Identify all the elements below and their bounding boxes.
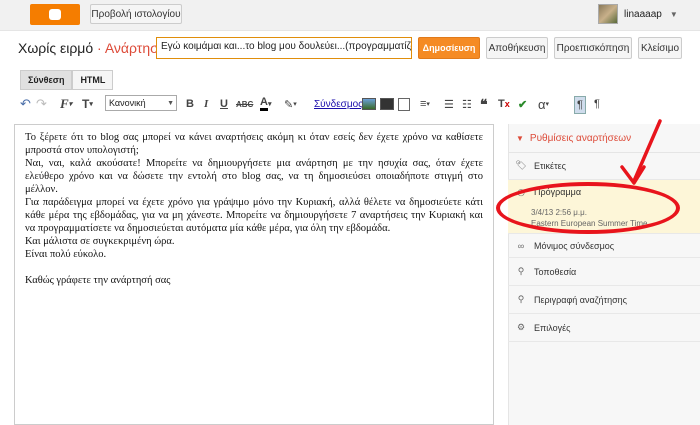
- numbered-list-icon[interactable]: ☰: [444, 96, 454, 112]
- format-select[interactable]: Κανονική ▼: [105, 95, 177, 111]
- paragraph: Είναι πολύ εύκολο.: [25, 249, 107, 260]
- sidebar-item-label: Περιγραφή αναζήτησης: [534, 294, 627, 305]
- mode-tabs: Σύνθεση HTML: [20, 70, 114, 90]
- save-button[interactable]: Αποθήκευση: [486, 37, 548, 59]
- avatar: [598, 4, 618, 24]
- spellcheck-icon[interactable]: ✔: [518, 96, 527, 112]
- special-char-label: α: [538, 96, 546, 112]
- rtl-icon[interactable]: ¶: [594, 96, 600, 112]
- paragraph: Ναι, ναι, καλά ακούσατε! Μπορείτε να δημ…: [25, 158, 483, 195]
- underline-button[interactable]: U: [220, 96, 228, 112]
- sidebar-item-permalink[interactable]: ∞ Μόνιμος σύνδεσμος: [508, 234, 700, 258]
- view-blog-button[interactable]: Προβολή ιστολογίου: [90, 4, 182, 24]
- text-color-label: A: [260, 97, 268, 111]
- ltr-icon[interactable]: ¶: [574, 96, 586, 114]
- post-title-input[interactable]: Εγώ κοιμάμαι και...το blog μου δουλεύει.…: [156, 37, 412, 59]
- text-color-button[interactable]: A ▾: [260, 96, 271, 112]
- special-char-button[interactable]: α ▾: [538, 96, 549, 112]
- user-name: linaaaap: [624, 8, 662, 20]
- breadcrumb: Χωρίς ειρμό · Ανάρτηση: [18, 40, 167, 56]
- close-button[interactable]: Κλείσιμο: [638, 37, 682, 59]
- paragraph: Το ξέρετε ότι το blog σας μπορεί να κάνε…: [25, 132, 483, 156]
- chevron-down-icon: ▼: [669, 9, 678, 19]
- font-family-button[interactable]: F ▾: [60, 96, 72, 112]
- text-size-button[interactable]: T ▾: [82, 96, 93, 112]
- sidebar-item-label: Ετικέτες: [534, 160, 566, 171]
- blogger-logo[interactable]: [30, 4, 80, 25]
- tab-html[interactable]: HTML: [72, 70, 114, 90]
- image-icon[interactable]: [362, 96, 376, 112]
- search-icon: ⚲: [517, 294, 525, 304]
- format-select-value: Κανονική: [109, 98, 146, 108]
- bullet-list-icon[interactable]: ☷: [462, 96, 472, 112]
- gear-icon: ⚙: [516, 322, 526, 332]
- chevron-down-icon: ▼: [516, 133, 524, 143]
- undo-icon[interactable]: ↶: [20, 96, 31, 112]
- paragraph: Και μάλιστα σε συγκεκριμένη ώρα.: [25, 236, 175, 247]
- redo-icon[interactable]: ↷: [36, 96, 47, 112]
- video-icon[interactable]: [380, 96, 394, 112]
- chevron-down-icon: ▼: [167, 99, 174, 107]
- sidebar-item-label: Επιλογές: [534, 322, 571, 333]
- bold-button[interactable]: B: [186, 96, 194, 112]
- publish-button[interactable]: Δημοσίευση: [418, 37, 480, 59]
- sidebar-item-options[interactable]: ⚙ Επιλογές: [508, 314, 700, 342]
- highlight-icon[interactable]: ✎ ▾: [284, 96, 297, 112]
- location-pin-icon: ⚲: [517, 266, 525, 276]
- preview-button[interactable]: Προεπισκόπηση: [554, 37, 632, 59]
- quote-icon[interactable]: ❝: [480, 96, 488, 112]
- annotation-arrow: [620, 119, 662, 185]
- user-menu[interactable]: linaaaap ▼: [598, 4, 678, 24]
- sidebar-item-label: Μόνιμος σύνδεσμος: [534, 240, 615, 251]
- italic-button[interactable]: I: [204, 96, 208, 112]
- breadcrumb-separator: ·: [97, 40, 102, 56]
- font-family-label: F: [60, 96, 69, 111]
- paragraph: Καθώς γράφετε την ανάρτησή σας: [25, 275, 171, 286]
- sidebar-item-search-description[interactable]: ⚲ Περιγραφή αναζήτησης: [508, 286, 700, 314]
- jump-break-icon[interactable]: [398, 96, 410, 112]
- paragraph: Για παράδειγμα μπορεί να έχετε χρόνο για…: [25, 197, 483, 234]
- link-button[interactable]: Σύνδεσμος: [314, 96, 363, 112]
- tab-compose[interactable]: Σύνθεση: [20, 70, 73, 90]
- remove-format-icon[interactable]: Tx: [498, 96, 510, 112]
- sidebar-item-location[interactable]: ⚲ Τοποθεσία: [508, 258, 700, 286]
- tag-icon: 🏷: [515, 160, 527, 170]
- strikethrough-button[interactable]: ABC: [236, 96, 253, 112]
- post-editor[interactable]: Το ξέρετε ότι το blog σας μπορεί να κάνε…: [14, 124, 494, 425]
- align-icon[interactable]: ≡ ▾: [420, 96, 430, 112]
- sidebar-item-label: Τοποθεσία: [534, 266, 577, 277]
- blogger-icon: [49, 9, 61, 20]
- link-icon: ∞: [517, 240, 525, 251]
- blog-name[interactable]: Χωρίς ειρμό: [18, 40, 93, 56]
